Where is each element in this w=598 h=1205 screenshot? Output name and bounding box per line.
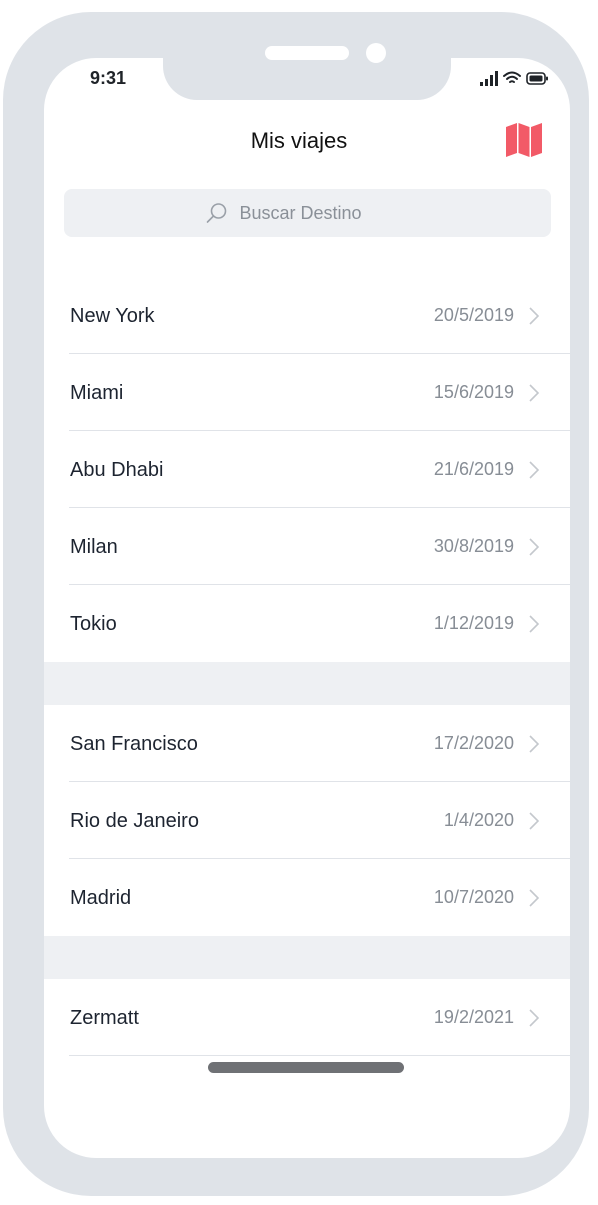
trip-date: 1/4/2020 [443, 810, 514, 830]
trip-row[interactable]: Milan 30/8/2019 [44, 508, 570, 585]
trip-destination: Tokio [70, 613, 117, 635]
trip-destination: New York [70, 305, 155, 327]
trip-row[interactable]: San Francisco 17/2/2020 [44, 705, 570, 782]
trip-group: Zermatt 19/2/2021 [44, 979, 570, 1056]
phone-silent-switch [3, 172, 13, 216]
chevron-right-icon [529, 1009, 540, 1027]
chevron-right-icon [529, 889, 540, 907]
trip-date: 17/2/2020 [433, 733, 514, 753]
signal-icon [480, 71, 498, 86]
status-icons [480, 68, 550, 90]
chevron-right-icon [529, 307, 540, 325]
speaker [265, 46, 349, 60]
trip-date: 21/6/2019 [433, 459, 514, 479]
battery-icon [526, 72, 548, 85]
front-camera [366, 43, 386, 63]
trip-destination: Zermatt [70, 1007, 139, 1029]
trip-row[interactable]: Madrid 10/7/2020 [44, 859, 570, 936]
trip-date: 10/7/2020 [433, 887, 514, 907]
trip-list: New York 20/5/2019 Miami 15/6/2019 Abu D… [44, 277, 570, 1056]
trip-destination: San Francisco [70, 733, 198, 755]
trip-row[interactable]: Abu Dhabi 21/6/2019 [44, 431, 570, 508]
section-gap [44, 936, 570, 979]
trip-date: 30/8/2019 [433, 536, 514, 556]
trip-row[interactable]: Zermatt 19/2/2021 [44, 979, 570, 1056]
wifi-icon [503, 71, 521, 83]
row-divider [69, 1055, 570, 1056]
trip-row[interactable]: Tokio 1/12/2019 [44, 585, 570, 662]
trip-row[interactable]: Miami 15/6/2019 [44, 354, 570, 431]
trip-destination: Rio de Janeiro [70, 810, 199, 832]
trip-destination: Madrid [70, 887, 132, 909]
trip-date: 19/2/2021 [433, 1007, 514, 1027]
trip-date: 1/12/2019 [433, 613, 514, 633]
chevron-right-icon [529, 735, 540, 753]
trip-group: New York 20/5/2019 Miami 15/6/2019 Abu D… [44, 277, 570, 662]
trip-date: 15/6/2019 [433, 382, 514, 402]
chevron-right-icon [529, 812, 540, 830]
map-button[interactable] [505, 122, 543, 158]
map-icon [506, 123, 542, 157]
trip-destination: Miami [70, 382, 124, 404]
trip-row[interactable]: New York 20/5/2019 [44, 277, 570, 354]
search-bar[interactable] [64, 189, 551, 237]
trip-destination: Abu Dhabi [70, 459, 164, 481]
chevron-right-icon [529, 461, 540, 479]
trip-group: San Francisco 17/2/2020 Rio de Janeiro 1… [44, 705, 570, 936]
section-gap [44, 662, 570, 705]
trip-row[interactable]: Rio de Janeiro 1/4/2020 [44, 782, 570, 859]
phone-volume-down [3, 368, 13, 452]
home-indicator[interactable] [208, 1062, 404, 1073]
phone-volume-up [3, 260, 13, 344]
search-icon [206, 203, 226, 223]
chevron-right-icon [529, 384, 540, 402]
search-input[interactable] [239, 202, 410, 224]
status-time: 9:31 [90, 68, 127, 88]
chevron-right-icon [529, 615, 540, 633]
trip-destination: Milan [70, 536, 118, 558]
chevron-right-icon [529, 538, 540, 556]
trip-date: 20/5/2019 [433, 305, 514, 325]
